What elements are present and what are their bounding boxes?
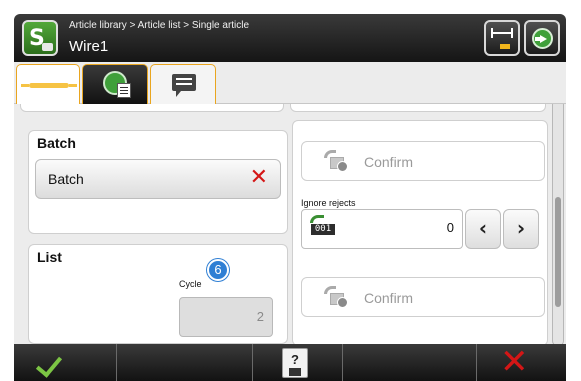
- accept-button[interactable]: [14, 344, 116, 381]
- confirm-top-label: Confirm: [364, 154, 414, 170]
- confirm-top-button[interactable]: Confirm: [301, 141, 545, 181]
- app-logo-icon[interactable]: S: [22, 20, 58, 56]
- batch-button[interactable]: Batch ✕: [35, 159, 281, 199]
- breadcrumb: Article library > Article list > Single …: [69, 20, 250, 31]
- ignore-rejects-field[interactable]: 001 0: [301, 209, 463, 249]
- batch-button-label: Batch: [48, 171, 84, 187]
- ignore-rejects-value: 0: [446, 220, 454, 235]
- save-question-icon[interactable]: ?: [282, 348, 308, 378]
- batch-panel: Batch Batch ✕: [28, 130, 288, 234]
- tab-process[interactable]: [82, 64, 148, 104]
- chevron-right-icon: ›: [516, 216, 526, 240]
- divider: [116, 344, 117, 381]
- list-panel: List Cycle 6 2: [28, 244, 288, 344]
- batch-title: Batch: [37, 135, 76, 151]
- confirm-top-icon: [324, 150, 348, 172]
- tab-strip: [14, 62, 566, 104]
- counter-icon: 001: [308, 215, 335, 235]
- confirm-bottom-button[interactable]: Confirm: [301, 277, 545, 317]
- next-button[interactable]: [524, 20, 560, 56]
- measure-icon: [491, 28, 513, 38]
- panel-top-left: [20, 104, 284, 112]
- clear-batch-icon[interactable]: ✕: [250, 165, 268, 190]
- cycle-value: 2: [256, 309, 264, 324]
- measure-bar-icon: [500, 44, 510, 49]
- step-badge: 6: [207, 259, 229, 281]
- green-check-icon: [35, 350, 63, 378]
- ignore-rejects-label: Ignore rejects: [301, 198, 356, 208]
- vertical-scrollbar[interactable]: [552, 104, 564, 344]
- tab-comments[interactable]: [150, 64, 216, 104]
- confirm-bottom-label: Confirm: [364, 290, 414, 306]
- confirm-bottom-icon: [324, 286, 348, 308]
- cycle-field[interactable]: 2: [179, 297, 273, 337]
- chevron-left-icon: ‹: [478, 216, 488, 240]
- page-title: Wire1: [69, 38, 109, 55]
- list-title: List: [37, 249, 62, 265]
- next-arrow-icon: [532, 28, 553, 49]
- cancel-button[interactable]: ✕: [476, 342, 566, 381]
- decrement-button[interactable]: ‹: [465, 209, 501, 249]
- divider: [342, 344, 343, 381]
- comment-icon: [172, 74, 196, 97]
- wire-icon: [21, 83, 77, 88]
- right-panel: Confirm Ignore rejects 001 0 ‹ › Confirm: [292, 120, 548, 344]
- tab-wire[interactable]: [16, 64, 80, 104]
- increment-button[interactable]: ›: [503, 209, 539, 249]
- measure-button[interactable]: [484, 20, 520, 56]
- scrollbar-thumb[interactable]: [555, 197, 561, 307]
- save-glyph: ?: [291, 352, 299, 367]
- counter-digits: 001: [311, 224, 335, 235]
- bottom-bar: ? ✕: [14, 342, 566, 381]
- red-x-icon: ✕: [500, 342, 529, 381]
- title-bar: S Article library > Article list > Singl…: [14, 14, 566, 62]
- panel-top-right: [290, 104, 546, 112]
- camera-icon: [42, 43, 53, 51]
- content-area: Batch Batch ✕ List Cycle 6 2 Confirm Ign…: [14, 104, 566, 344]
- cycle-label: Cycle: [179, 279, 202, 289]
- document-icon: [117, 83, 131, 98]
